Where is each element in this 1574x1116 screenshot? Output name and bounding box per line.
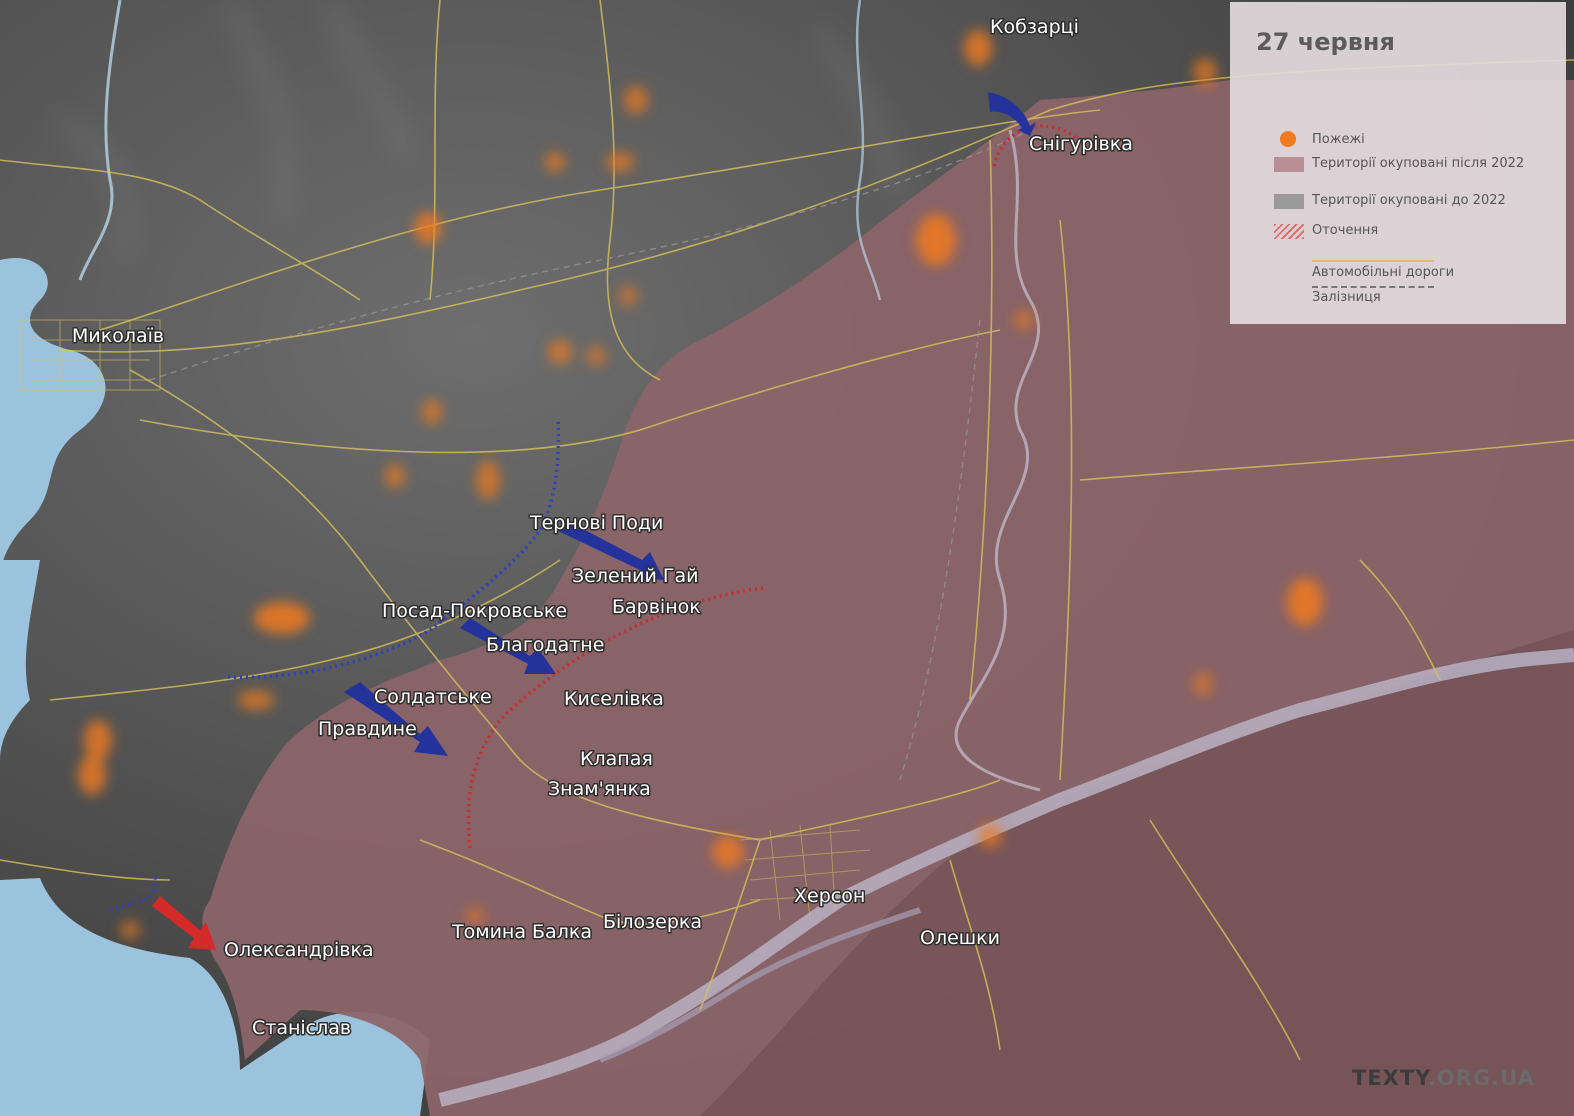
fire-marker <box>1014 310 1034 330</box>
label-oleshky: Олешки <box>920 927 1000 949</box>
fire-marker <box>414 212 442 244</box>
fire-marker <box>422 400 442 424</box>
label-barvinok: Барвінок <box>612 596 701 618</box>
legend-encirclement-label: Оточення <box>1312 223 1379 238</box>
legend-encirclement-symbol <box>1274 224 1304 239</box>
date-title: 27 червня <box>1256 28 1395 56</box>
legend-roads-symbol <box>1312 260 1434 262</box>
label-kobzartsi: Кобзарці <box>990 16 1079 38</box>
fire-marker <box>916 214 956 266</box>
fire-marker <box>545 152 565 172</box>
label-pravdyne: Правдине <box>318 718 417 740</box>
legend-occupied-after-symbol <box>1274 157 1304 172</box>
label-kherson: Херсон <box>794 885 865 907</box>
fire-marker <box>964 30 992 66</box>
label-mykolaiv: Миколаїв <box>72 325 164 347</box>
label-tomyna-balka: Томина Балка <box>451 921 592 943</box>
label-ternovi-pody: Тернові Поди <box>529 512 663 534</box>
label-kyselivka: Киселівка <box>564 688 664 710</box>
fire-marker <box>84 720 112 760</box>
fire-marker <box>1193 672 1213 696</box>
label-stanislav: Станіслав <box>252 1017 351 1039</box>
legend-roads-label: Автомобільні дороги <box>1312 265 1455 280</box>
label-oleksandrivka: Олександрівка <box>224 939 374 961</box>
fire-marker <box>548 340 572 364</box>
legend-railway-label: Залізниця <box>1312 290 1381 305</box>
fire-marker <box>586 346 606 366</box>
label-soldatske: Солдатське <box>374 686 492 708</box>
texty-watermark: TEXTY.ORG.UA <box>1352 1066 1535 1090</box>
fire-marker <box>78 755 106 795</box>
label-blahodatne: Благодатне <box>486 634 604 656</box>
fire-marker <box>624 86 648 114</box>
fire-marker <box>712 836 744 868</box>
label-bilozerka: Білозерка <box>603 911 702 933</box>
label-znamianka: Знам'янка <box>548 778 651 800</box>
label-zelenyi-hai: Зелений Гай <box>572 565 698 587</box>
legend-occupied-before-label: Території окуповані до 2022 <box>1312 193 1506 208</box>
fire-marker <box>385 464 405 488</box>
fire-marker <box>618 286 638 306</box>
legend-fires-label: Пожежі <box>1312 132 1365 147</box>
fire-marker <box>1193 58 1217 86</box>
label-klapaia: Клапая <box>580 748 653 770</box>
fire-marker <box>978 824 1002 848</box>
fire-marker <box>476 460 500 500</box>
fire-marker <box>254 602 310 634</box>
fire-marker <box>238 690 274 710</box>
legend-railway-symbol <box>1312 286 1434 288</box>
fire-marker <box>1287 578 1323 626</box>
label-snihurivka: Снігурівка <box>1029 133 1133 155</box>
legend-occupied-after-label: Території окуповані після 2022 <box>1312 156 1525 171</box>
label-posad-pokrovske: Посад-Покровське <box>382 600 567 622</box>
fire-marker <box>120 920 140 940</box>
legend-fires-symbol <box>1280 131 1296 147</box>
legend-occupied-before-symbol <box>1274 194 1304 209</box>
legend-panel: 27 червня Пожежі Території окуповані піс… <box>1230 2 1566 324</box>
fire-marker <box>606 152 634 172</box>
